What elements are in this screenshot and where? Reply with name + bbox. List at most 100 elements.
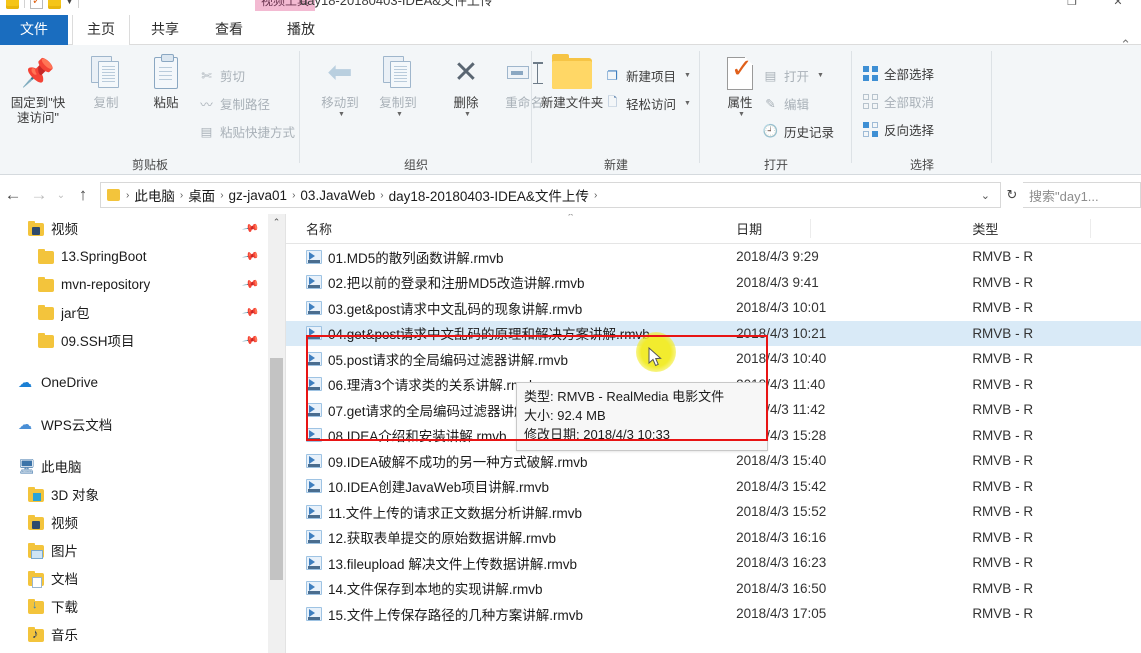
nav-group-gap — [0, 354, 268, 368]
pin-icon[interactable]: 📌 — [242, 303, 261, 322]
search-input[interactable]: 搜索"day1... — [1023, 182, 1141, 208]
chevron-down-icon[interactable]: ▼ — [66, 0, 73, 6]
tab-share[interactable]: 共享 — [137, 15, 193, 45]
nav-item-this-pc[interactable]: 🖥 此电脑 — [0, 452, 268, 480]
new-folder-button[interactable]: 新建文件夹 — [540, 53, 604, 111]
chevron-down-icon[interactable]: ▼ — [464, 111, 471, 118]
chevron-down-icon[interactable]: ▼ — [684, 100, 691, 107]
chevron-down-icon[interactable]: ▼ — [738, 111, 745, 118]
refresh-icon[interactable]: ↻ — [1001, 182, 1023, 208]
nav-item-springboot[interactable]: 13.SpringBoot 📌 — [0, 242, 268, 270]
nav-group-gap — [0, 438, 268, 452]
chevron-down-icon[interactable]: ▼ — [396, 111, 403, 118]
rmvb-file-icon — [306, 453, 322, 468]
table-row[interactable]: 10.IDEA创建JavaWeb项目讲解.rmvb 2018/4/3 15:42 R… — [286, 474, 1141, 500]
table-row[interactable]: 11.文件上传的请求正文数据分析讲解.rmvb 2018/4/3 15:52 RMV… — [286, 499, 1141, 525]
chevron-down-icon[interactable]: ▼ — [684, 72, 691, 79]
tab-playback[interactable]: 播放 — [273, 15, 329, 45]
nav-item-videos-quick[interactable]: 视频 📌 — [0, 214, 268, 242]
close-button[interactable]: ✕ — [1095, 0, 1141, 11]
back-button[interactable]: ← — [0, 182, 26, 208]
pin-icon[interactable]: 📌 — [242, 275, 261, 294]
column-separator[interactable] — [1090, 219, 1091, 238]
nav-item-wps-cloud[interactable]: ☁ WPS云文档 — [0, 410, 268, 438]
pin-to-quick-access-button[interactable]: 📌 固定到"快速访问" — [6, 53, 70, 126]
breadcrumb-item-4[interactable]: day18-20180403-IDEA&文件上传 — [386, 185, 592, 205]
copy-button[interactable]: 复制 — [74, 53, 138, 111]
table-row[interactable]: 02.把以前的登录和注册MD5改造讲解.rmvb 2018/4/3 9:41 RMV… — [286, 270, 1141, 296]
cut-button[interactable]: ✄ 剪切 — [198, 63, 245, 87]
table-row[interactable]: 05.post请求的全局编码过滤器讲解.rmvb 2018/4/3 10:40 RM… — [286, 346, 1141, 372]
copy-to-button[interactable]: 复制到 ▼ — [366, 53, 430, 118]
pin-icon[interactable]: 📌 — [242, 219, 261, 238]
invert-selection-button[interactable]: 反向选择 — [862, 117, 934, 141]
chevron-down-icon[interactable]: ⌄ — [975, 189, 996, 202]
pin-icon: 📌 — [21, 57, 55, 88]
chevron-down-icon[interactable]: ▼ — [817, 72, 824, 79]
tab-home[interactable]: 主页 — [72, 15, 130, 46]
up-button[interactable]: ↑ — [70, 182, 96, 208]
window-controls[interactable]: ❐ ✕ — [1049, 0, 1141, 11]
nav-item-ssh-project[interactable]: 09.SSH项目 📌 — [0, 326, 268, 354]
table-row[interactable]: 03.get&post请求中文乱码的现象讲解.rmvb 2018/4/3 10:0… — [286, 295, 1141, 321]
properties-icon[interactable] — [30, 0, 43, 9]
table-row[interactable]: 04.get&post请求中文乱码的原理和解决方案讲解.rmvb 2018/4/3… — [286, 320, 1141, 346]
file-name-label: 15.文件上传保存路径的几种方案讲解.rmvb — [328, 607, 584, 623]
group-divider — [991, 51, 992, 163]
delete-button[interactable]: ✕ 删除 ▼ — [434, 53, 498, 119]
column-separator[interactable] — [810, 219, 811, 238]
column-header-name[interactable]: 名称 — [286, 219, 736, 238]
easy-access-button[interactable]: 🗋 轻松访问 ▼ — [604, 91, 691, 115]
history-button[interactable]: 🕘 历史记录 — [762, 119, 834, 143]
nav-item-onedrive[interactable]: ☁ OneDrive — [0, 368, 268, 396]
table-row[interactable]: 13.fileupload 解决文件上传数据讲解.rmvb 2018/4/3 16… — [286, 550, 1141, 576]
restore-button[interactable]: ❐ — [1049, 0, 1095, 11]
forward-button[interactable]: → — [26, 182, 52, 208]
scrollbar-thumb[interactable] — [270, 358, 283, 580]
table-row[interactable]: 14.文件保存到本地的实现讲解.rmvb 2018/4/3 16:50 RMVB -… — [286, 576, 1141, 602]
select-none-button[interactable]: 全部取消 — [862, 89, 934, 113]
nav-item-mvn-repository[interactable]: mvn-repository 📌 — [0, 270, 268, 298]
navigation-scrollbar[interactable]: ⌃ — [268, 214, 285, 653]
nav-item-downloads[interactable]: 下载 — [0, 592, 268, 620]
edit-button[interactable]: ✎ 编辑 — [762, 91, 809, 115]
paste-button[interactable]: 粘贴 — [134, 53, 198, 111]
breadcrumb-item-3[interactable]: 03.JavaWeb — [297, 188, 378, 203]
breadcrumb-item-2[interactable]: gz-java01 — [226, 188, 291, 203]
select-all-button[interactable]: 全部选择 — [862, 61, 934, 85]
breadcrumb[interactable]: › 此电脑 › 桌面 › gz-java01 › 03.JavaWeb › da… — [100, 182, 1001, 208]
move-to-button[interactable]: ⬅ 移动到 ▼ — [308, 53, 372, 119]
chevron-down-icon[interactable]: ▼ — [338, 111, 345, 118]
nav-item-jar[interactable]: jar包 📌 — [0, 298, 268, 326]
folder-icon[interactable] — [6, 0, 19, 9]
pin-icon[interactable]: 📌 — [242, 247, 261, 266]
breadcrumb-item-1[interactable]: 桌面 — [185, 185, 218, 205]
tab-file[interactable]: 文件 — [0, 15, 68, 45]
scroll-up-icon[interactable]: ⌃ — [268, 214, 285, 231]
table-row[interactable]: 01.MD5的散列函数讲解.rmvb 2018/4/3 9:29 RMVB - R — [286, 244, 1141, 270]
column-header-date[interactable]: 日期 — [736, 219, 972, 238]
quick-access-toolbar[interactable]: ▼ — [0, 0, 85, 12]
nav-item-pictures[interactable]: 图片 — [0, 536, 268, 564]
paste-shortcut-button[interactable]: ▤ 粘贴快捷方式 — [198, 119, 295, 143]
file-type-cell: RMVB - R — [972, 580, 1034, 596]
nav-item-3d-objects[interactable]: 3D 对象 — [0, 480, 268, 508]
tab-view[interactable]: 查看 — [201, 15, 257, 45]
breadcrumb-item-0[interactable]: 此电脑 — [131, 185, 178, 205]
recent-locations-button[interactable]: ⌄ — [52, 182, 70, 208]
file-name-label: 10.IDEA创建JavaWeb项目讲解.rmvb — [328, 480, 550, 496]
nav-item-music[interactable]: 音乐 — [0, 620, 268, 648]
table-row[interactable]: 12.获取表单提交的原始数据讲解.rmvb 2018/4/3 16:16 RMVB … — [286, 525, 1141, 551]
ribbon-group-select: 全部选择 全部取消 反向选择 选择 — [852, 45, 992, 175]
pin-icon[interactable]: 📌 — [242, 331, 261, 350]
open-button[interactable]: ▤ 打开 ▼ — [762, 63, 824, 87]
new-item-button[interactable]: ❐ 新建项目 ▼ — [604, 63, 691, 87]
table-row[interactable]: 15.文件上传保存路径的几种方案讲解.rmvb 2018/4/3 17:05 RMV… — [286, 601, 1141, 627]
column-header-type[interactable]: 类型 — [972, 219, 1141, 238]
nav-item-videos[interactable]: 视频 — [0, 508, 268, 536]
nav-item-label: 13.SpringBoot — [61, 248, 147, 264]
nav-item-documents[interactable]: 文档 — [0, 564, 268, 592]
table-row[interactable]: 09.IDEA破解不成功的另一种方式破解.rmvb 2018/4/3 15:40 R… — [286, 448, 1141, 474]
copy-path-button[interactable]: 〰 复制路径 — [198, 91, 270, 115]
new-folder-icon[interactable] — [48, 0, 61, 9]
